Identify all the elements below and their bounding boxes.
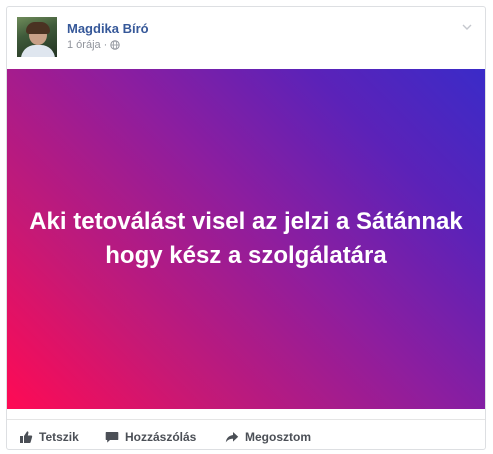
share-arrow-icon bbox=[225, 432, 239, 443]
like-label: Tetszik bbox=[39, 430, 79, 444]
avatar-body bbox=[21, 45, 55, 57]
globe-icon[interactable] bbox=[110, 40, 121, 50]
share-button[interactable]: Megosztom bbox=[225, 428, 311, 446]
comment-label: Hozzászólás bbox=[125, 430, 197, 444]
timestamp[interactable]: 1 órája bbox=[67, 39, 101, 51]
avatar-hair bbox=[26, 22, 50, 34]
post-card: Magdika Bíró 1 órája · Aki tetoválást vi… bbox=[6, 6, 486, 450]
comment-button[interactable]: Hozzászólás bbox=[105, 428, 196, 446]
post-header: Magdika Bíró 1 órája · bbox=[17, 17, 475, 61]
post-image[interactable]: Aki tetoválást visel az jelzi a Sátánnak… bbox=[7, 69, 485, 409]
like-button[interactable]: Tetszik bbox=[19, 428, 79, 446]
comment-icon bbox=[105, 432, 119, 443]
action-bar: Tetszik Hozzászólás Megosztom bbox=[7, 419, 485, 448]
meta-separator: · bbox=[103, 39, 108, 51]
thumbs-up-icon bbox=[20, 431, 33, 443]
chevron-down-icon[interactable] bbox=[461, 21, 473, 33]
share-label: Megosztom bbox=[245, 430, 311, 444]
post-image-text: Aki tetoválást visel az jelzi a Sátánnak… bbox=[29, 208, 463, 269]
post-meta: 1 órája · bbox=[67, 39, 121, 51]
author-name[interactable]: Magdika Bíró bbox=[67, 21, 149, 36]
avatar[interactable] bbox=[17, 17, 57, 57]
